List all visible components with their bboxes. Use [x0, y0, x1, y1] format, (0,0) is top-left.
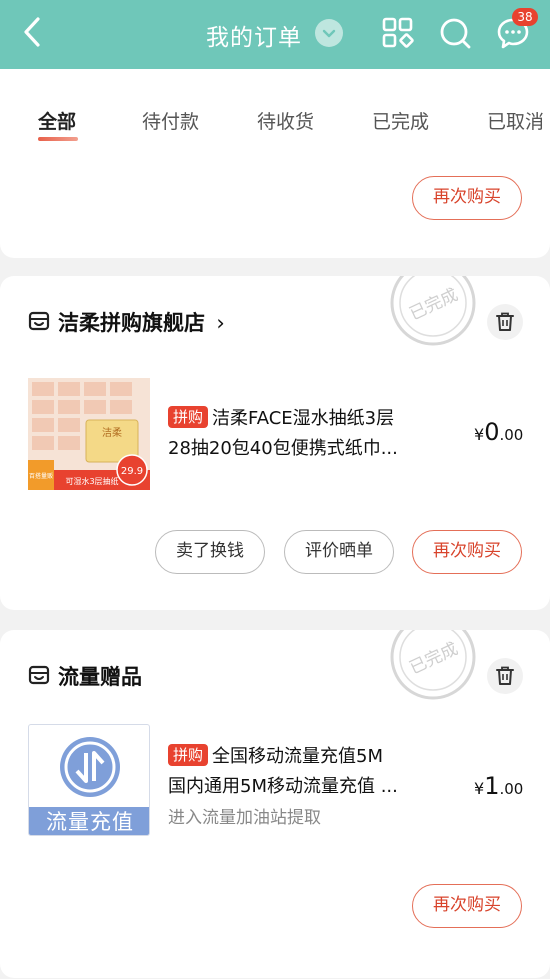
- sell-button[interactable]: 卖了换钱: [155, 530, 265, 574]
- store-name[interactable]: 洁柔拼购旗舰店 ›: [58, 307, 225, 337]
- order-card: 再次购买: [0, 150, 550, 258]
- data-transfer-icon: [60, 737, 120, 797]
- group-buy-tag: 拼购: [168, 744, 209, 766]
- store-name[interactable]: 流量赠品: [58, 661, 142, 691]
- buy-again-button[interactable]: 再次购买: [412, 884, 522, 928]
- message-count-badge: 38: [512, 8, 538, 26]
- store-icon: [28, 665, 50, 685]
- product-image-data-recharge[interactable]: 流量充值: [28, 724, 150, 836]
- search-icon[interactable]: [438, 16, 472, 50]
- product-subtitle: 进入流量加油站提取: [168, 808, 321, 828]
- product-banner-text: 可湿水3层抽纸: [65, 476, 118, 486]
- delete-order-button[interactable]: [487, 304, 523, 340]
- product-price: ¥1.00: [474, 772, 524, 800]
- active-tab-indicator: [38, 137, 78, 141]
- product-image-label: 流量充值: [29, 807, 149, 835]
- store-icon: [28, 311, 50, 331]
- top-bar: 我的订单 38: [0, 0, 550, 69]
- product-image-tissue[interactable]: 洁柔 百搭量贩 可湿水3层抽纸 29.9: [28, 378, 150, 490]
- product-brand-label: 洁柔: [102, 426, 122, 439]
- tab-cancelled[interactable]: 已取消: [487, 107, 544, 134]
- trash-icon: [496, 666, 514, 685]
- product-price-badge: 29.9: [121, 466, 143, 477]
- trash-icon: [496, 312, 514, 331]
- status-stamp-text: 已完成: [407, 639, 462, 679]
- back-arrow-icon[interactable]: [18, 14, 48, 50]
- product-title[interactable]: 拼购 全国移动流量充值5M 国内通用5M移动流量充值 ...: [168, 742, 438, 802]
- status-stamp-text: 已完成: [407, 285, 462, 325]
- grid-apps-icon[interactable]: [381, 16, 415, 50]
- group-buy-tag: 拼购: [168, 406, 209, 428]
- buy-again-button[interactable]: 再次购买: [412, 176, 522, 220]
- completed-stamp: 已完成: [390, 276, 476, 346]
- delete-order-button[interactable]: [487, 658, 523, 694]
- order-card: 流量赠品 已完成 流量充值 拼购 全国移动流量充值5M 国内通用5M移动流量充值 …: [0, 630, 550, 978]
- tab-pending-receipt[interactable]: 待收货: [257, 107, 314, 134]
- dropdown-chevron-icon[interactable]: [315, 19, 343, 47]
- review-button[interactable]: 评价晒单: [284, 530, 394, 574]
- buy-again-button[interactable]: 再次购买: [412, 530, 522, 574]
- product-price: ¥0.00: [474, 418, 524, 446]
- tab-pending-payment[interactable]: 待付款: [142, 107, 199, 134]
- page-title[interactable]: 我的订单: [206, 18, 302, 52]
- chevron-right-icon: ›: [216, 311, 225, 335]
- product-corner-label: 百搭量贩: [29, 472, 53, 480]
- order-card: 洁柔拼购旗舰店 › 已完成 洁柔 百搭量贩 可湿水3层抽纸 29.9 拼购 洁柔…: [0, 276, 550, 610]
- completed-stamp: 已完成: [390, 630, 476, 700]
- product-title[interactable]: 拼购 洁柔FACE湿水抽纸3层 28抽20包40包便携式纸巾...: [168, 404, 438, 464]
- tab-all[interactable]: 全部: [38, 107, 76, 134]
- tab-completed[interactable]: 已完成: [372, 107, 429, 134]
